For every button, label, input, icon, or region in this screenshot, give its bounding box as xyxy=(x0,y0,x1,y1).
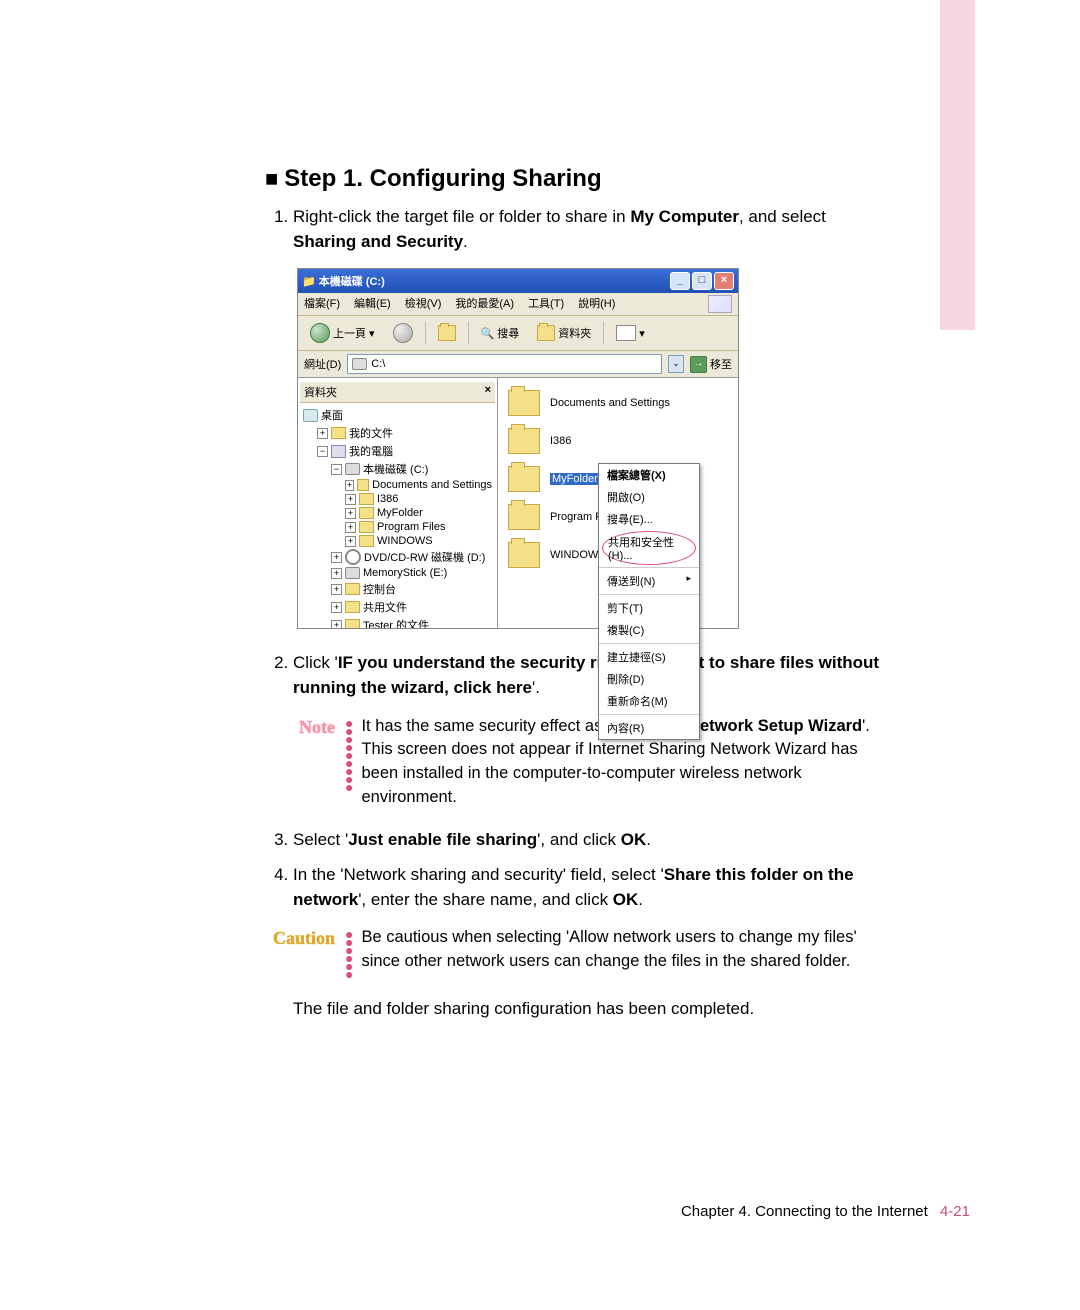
caution-callout: Caution ●●●●●● Be cautious when selectin… xyxy=(265,926,885,978)
forward-button[interactable] xyxy=(387,320,419,346)
drive-icon xyxy=(352,358,367,370)
address-label: 網址(D) xyxy=(304,356,341,372)
step-2: Click 'IF you understand the security ri… xyxy=(293,651,885,700)
tree-windows[interactable]: +WINDOWS xyxy=(303,534,492,548)
folder-content-pane: Documents and Settings I386 MyFolder Pro… xyxy=(498,378,738,628)
step-heading: Step 1. Configuring Sharing xyxy=(265,165,885,193)
tree-myfolder[interactable]: +MyFolder xyxy=(303,506,492,520)
instruction-list-cont2: Select 'Just enable file sharing', and c… xyxy=(265,828,885,912)
chapter-label: Chapter 4. Connecting to the Internet xyxy=(681,1203,928,1220)
address-bar: 網址(D) C:\ ⌄ →移至 xyxy=(298,351,738,378)
close-tree-icon[interactable]: × xyxy=(485,384,491,400)
tree-header: 資料夾 × xyxy=(300,382,495,403)
address-field[interactable]: C:\ xyxy=(347,354,662,374)
tree-dvd[interactable]: +DVD/CD-RW 磁碟機 (D:) xyxy=(303,548,492,566)
ctx-search[interactable]: 搜尋(E)... xyxy=(599,508,699,530)
tree-shared-docs[interactable]: +共用文件 xyxy=(303,598,492,616)
menu-bar: 檔案(F) 編輯(E) 檢視(V) 我的最愛(A) 工具(T) 說明(H) xyxy=(298,293,738,316)
instruction-list: Right-click the target file or folder to… xyxy=(265,205,885,254)
search-button[interactable]: 🔍 搜尋 xyxy=(475,322,526,344)
folder-icon xyxy=(508,390,540,416)
step-1: Right-click the target file or folder to… xyxy=(293,205,885,254)
menu-tools[interactable]: 工具(T) xyxy=(528,295,564,313)
page-content: Step 1. Configuring Sharing Right-click … xyxy=(265,165,885,1022)
folder-icon xyxy=(508,542,540,568)
caution-body: Be cautious when selecting 'Allow networ… xyxy=(361,926,885,974)
chapter-color-tab xyxy=(940,0,975,330)
address-value: C:\ xyxy=(371,358,385,370)
back-button[interactable]: 上一頁 ▾ xyxy=(304,320,381,346)
tree-memorystick[interactable]: +MemoryStick (E:) xyxy=(303,566,492,580)
close-button[interactable]: × xyxy=(714,272,734,290)
dotted-divider-icon: ●●●●●● xyxy=(341,926,361,978)
tree-mydocs[interactable]: +我的文件 xyxy=(303,424,492,442)
ctx-explore[interactable]: 檔案總管(X) xyxy=(599,464,699,486)
menu-edit[interactable]: 編輯(E) xyxy=(354,295,391,313)
tree-control-panel[interactable]: +控制台 xyxy=(303,580,492,598)
tree-cdrive[interactable]: −本機磁碟 (C:) xyxy=(303,460,492,478)
folder-icon xyxy=(508,428,540,454)
folder-i386[interactable]: I386 xyxy=(508,422,728,460)
folder-icon xyxy=(508,504,540,530)
tree-program-files[interactable]: +Program Files xyxy=(303,520,492,534)
menu-file[interactable]: 檔案(F) xyxy=(304,295,340,313)
ctx-delete[interactable]: 刪除(D) xyxy=(599,668,699,690)
folder-icon: 📁 xyxy=(302,275,316,288)
tree-tester-docs[interactable]: +Tester 的文件 xyxy=(303,616,492,628)
step-3: Select 'Just enable file sharing', and c… xyxy=(293,828,885,853)
windows-logo-icon xyxy=(708,295,732,313)
views-button[interactable]: ▾ xyxy=(610,322,651,344)
explorer-screenshot: 📁 本機磁碟 (C:) _ □ × 檔案(F) 編輯(E) 檢視(V) 我的最愛… xyxy=(297,268,739,629)
note-callout: Note ●●●●●●●●● It has the same security … xyxy=(265,715,885,811)
minimize-button[interactable]: _ xyxy=(670,272,690,290)
up-button[interactable] xyxy=(432,322,462,344)
instruction-list-cont: Click 'IF you understand the security ri… xyxy=(265,651,885,700)
address-dropdown[interactable]: ⌄ xyxy=(668,355,684,373)
go-button[interactable]: →移至 xyxy=(690,356,732,373)
ctx-send-to[interactable]: 傳送到(N) xyxy=(599,570,699,592)
caution-label: Caution xyxy=(265,926,341,949)
window-titlebar: 📁 本機磁碟 (C:) _ □ × xyxy=(298,269,738,293)
tree-i386[interactable]: +I386 xyxy=(303,492,492,506)
context-menu: 檔案總管(X) 開啟(O) 搜尋(E)... 共用和安全性(H)... 傳送到(… xyxy=(598,463,700,740)
maximize-button[interactable]: □ xyxy=(692,272,712,290)
ctx-rename[interactable]: 重新命名(M) xyxy=(599,690,699,712)
page-footer: Chapter 4. Connecting to the Internet 4-… xyxy=(681,1203,970,1220)
ctx-copy[interactable]: 複製(C) xyxy=(599,619,699,641)
tree-desktop[interactable]: 桌面 xyxy=(303,406,492,424)
menu-help[interactable]: 說明(H) xyxy=(578,295,615,313)
folders-button[interactable]: 資料夾 xyxy=(531,322,597,344)
menu-favorites[interactable]: 我的最愛(A) xyxy=(455,295,514,313)
note-label: Note xyxy=(265,715,341,738)
toolbar: 上一頁 ▾ 🔍 搜尋 資料夾 ▾ xyxy=(298,316,738,351)
ctx-properties[interactable]: 內容(R) xyxy=(599,717,699,739)
ctx-cut[interactable]: 剪下(T) xyxy=(599,597,699,619)
page-number: 4-21 xyxy=(940,1203,970,1220)
dotted-divider-icon: ●●●●●●●●● xyxy=(341,715,361,791)
ctx-create-shortcut[interactable]: 建立捷徑(S) xyxy=(599,646,699,668)
conclusion-text: The file and folder sharing configuratio… xyxy=(293,996,885,1022)
folder-documents-settings[interactable]: Documents and Settings xyxy=(508,384,728,422)
ctx-sharing-security[interactable]: 共用和安全性(H)... xyxy=(602,531,696,565)
folder-tree-pane: 資料夾 × 桌面 +我的文件 −我的電腦 −本機磁碟 (C:) +Documen… xyxy=(298,378,498,628)
tree-documents-settings[interactable]: +Documents and Settings xyxy=(303,478,492,492)
step-4: In the 'Network sharing and security' fi… xyxy=(293,863,885,912)
folder-icon xyxy=(508,466,540,492)
window-title: 本機磁碟 (C:) xyxy=(319,273,385,289)
ctx-open[interactable]: 開啟(O) xyxy=(599,486,699,508)
tree-mycomputer[interactable]: −我的電腦 xyxy=(303,442,492,460)
menu-view[interactable]: 檢視(V) xyxy=(405,295,442,313)
